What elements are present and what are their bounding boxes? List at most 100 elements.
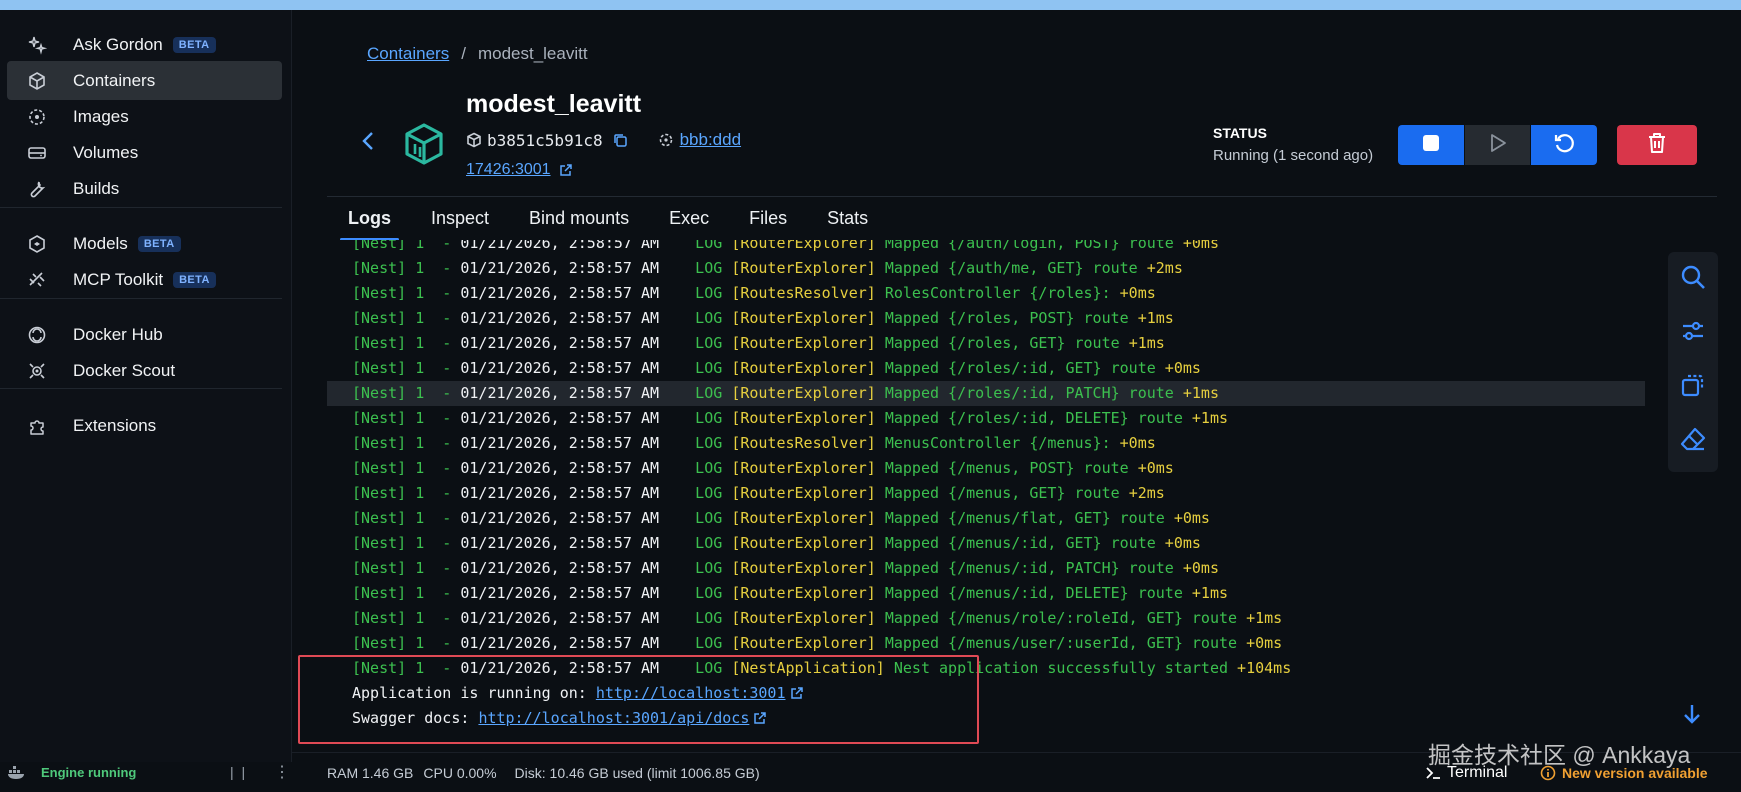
log-message: Mapped {/menus, GET} route — [875, 484, 1129, 502]
log-line: [Nest] 1 - 01/21/2026, 2:58:57 AM LOG [N… — [327, 656, 1645, 681]
beta-badge: BETA — [172, 36, 216, 53]
log-level: LOG — [659, 634, 732, 652]
filter-icon[interactable] — [1680, 318, 1706, 344]
external-link-icon[interactable] — [559, 163, 573, 177]
start-button[interactable] — [1465, 125, 1530, 165]
scroll-to-bottom-icon[interactable] — [1680, 702, 1704, 726]
log-message: Nest application successfully started — [884, 659, 1238, 677]
sidebar-item-label: Docker Scout — [73, 360, 176, 380]
sidebar-item-docker-scout[interactable]: Docker Scout — [7, 351, 282, 390]
sidebar-item-models[interactable]: Models BETA — [7, 224, 282, 263]
copy-id-icon[interactable] — [613, 133, 628, 148]
restart-icon — [1553, 132, 1575, 159]
sidebar-item-label: Volumes — [73, 142, 139, 162]
log-level: LOG — [659, 509, 732, 527]
log-duration: +0ms — [1246, 634, 1283, 652]
log-duration: +1ms — [1191, 409, 1229, 427]
log-prefix: [Nest] 1 - — [352, 559, 461, 577]
sidebar-item-ask-gordon[interactable]: Ask Gordon BETA — [7, 25, 282, 64]
log-duration: +1ms — [1137, 309, 1174, 327]
log-level: LOG — [659, 309, 732, 327]
log-prefix: [Nest] 1 - — [352, 634, 461, 652]
log-timestamp: 01/21/2026, 2:58:57 AM — [460, 484, 660, 502]
log-context: [RouterExplorer] — [731, 559, 876, 577]
model-icon — [26, 233, 48, 255]
log-timestamp: 01/21/2026, 2:58:57 AM — [460, 434, 660, 452]
log-level: LOG — [659, 534, 732, 552]
delete-button[interactable] — [1617, 125, 1697, 165]
tab-logs[interactable]: Logs — [340, 208, 399, 242]
volume-icon — [26, 142, 48, 164]
container-id: b3851c5b91c8 — [487, 130, 603, 150]
sidebar-item-mcp-toolkit[interactable]: MCP Toolkit BETA — [7, 260, 282, 299]
back-chevron-icon[interactable] — [361, 130, 381, 154]
sidebar-divider — [0, 388, 282, 389]
sidebar-item-extensions[interactable]: Extensions — [7, 406, 282, 445]
sidebar-item-docker-hub[interactable]: Docker Hub — [7, 315, 282, 354]
log-timestamp: 01/21/2026, 2:58:57 AM — [460, 584, 660, 602]
status-text: Running (1 second ago) — [1213, 147, 1374, 164]
status-block: STATUS Running (1 second ago) — [1213, 125, 1373, 164]
log-timestamp: 01/21/2026, 2:58:57 AM — [460, 409, 660, 427]
log-prefix: [Nest] 1 - — [352, 359, 461, 377]
eraser-icon[interactable] — [1680, 426, 1706, 452]
terminal-button[interactable]: Terminal — [1425, 764, 1507, 782]
log-message: Swagger docs: — [352, 709, 479, 727]
log-duration: +1ms — [1182, 384, 1219, 402]
log-line: [Nest] 1 - 01/21/2026, 2:58:57 AM LOG [R… — [327, 556, 1645, 581]
log-level: LOG — [659, 259, 732, 277]
breadcrumb: Containers / modest_leavitt — [367, 44, 588, 64]
engine-status-bar: Engine running | | ⋮ — [0, 752, 292, 792]
sidebar-item-containers[interactable]: Containers — [7, 61, 282, 100]
log-url-link[interactable]: http://localhost:3001/api/docs — [478, 709, 749, 727]
log-level: LOG — [659, 584, 732, 602]
log-level: LOG — [659, 609, 732, 627]
log-timestamp: 01/21/2026, 2:58:57 AM — [460, 509, 660, 527]
tab-files[interactable]: Files — [749, 208, 787, 242]
log-level: LOG — [659, 240, 732, 252]
update-available-link[interactable]: New version available — [1540, 765, 1708, 781]
status-footer: RAM 1.46 GB CPU 0.00% Disk: 10.46 GB use… — [292, 752, 1741, 792]
log-line: [Nest] 1 - 01/21/2026, 2:58:57 AM LOG [R… — [327, 606, 1645, 631]
log-context: [RoutesResolver] — [731, 284, 876, 302]
wrench-icon — [26, 178, 48, 200]
sidebar-item-label: Ask Gordon — [73, 34, 163, 54]
pause-engine-button[interactable]: | | — [230, 764, 247, 780]
log-level: LOG — [659, 334, 732, 352]
sidebar-item-images[interactable]: Images — [7, 97, 282, 136]
log-context: [RouterExplorer] — [731, 309, 876, 327]
tab-inspect[interactable]: Inspect — [431, 208, 489, 242]
log-message: Mapped {/menus/:id, PATCH} route — [875, 559, 1183, 577]
copy-icon[interactable] — [1680, 372, 1706, 398]
log-duration: +1ms — [1128, 334, 1165, 352]
sidebar-item-volumes[interactable]: Volumes — [7, 133, 282, 172]
port-link[interactable]: 17426:3001 — [466, 161, 551, 179]
log-viewer[interactable]: [Nest] 1 - 01/21/2026, 2:58:57 AM LOG [R… — [327, 240, 1645, 748]
log-timestamp: 01/21/2026, 2:58:57 AM — [460, 240, 660, 252]
log-timestamp: 01/21/2026, 2:58:57 AM — [460, 334, 660, 352]
external-link-icon[interactable] — [753, 708, 767, 724]
log-url-link[interactable]: http://localhost:3001 — [596, 684, 786, 702]
log-line: [Nest] 1 - 01/21/2026, 2:58:57 AM LOG [R… — [327, 281, 1645, 306]
sidebar-item-label: Builds — [73, 178, 120, 198]
container-image-link[interactable]: bbb:ddd — [680, 130, 741, 150]
more-options-icon[interactable]: ⋮ — [274, 762, 290, 782]
hub-icon — [26, 324, 48, 346]
stop-button[interactable] — [1398, 125, 1464, 165]
tab-exec[interactable]: Exec — [669, 208, 709, 242]
search-icon[interactable] — [1680, 264, 1706, 290]
external-link-icon[interactable] — [790, 683, 804, 699]
sidebar-item-builds[interactable]: Builds — [7, 169, 282, 208]
log-message: Mapped {/menus/user/:userId, GET} route — [875, 634, 1247, 652]
tab-stats[interactable]: Stats — [827, 208, 868, 242]
restart-button[interactable] — [1531, 125, 1597, 165]
log-line: [Nest] 1 - 01/21/2026, 2:58:57 AM LOG [R… — [327, 481, 1645, 506]
header-divider — [327, 196, 1717, 197]
breadcrumb-containers-link[interactable]: Containers — [367, 44, 449, 64]
log-prefix: [Nest] 1 - — [352, 259, 461, 277]
log-timestamp: 01/21/2026, 2:58:57 AM — [460, 359, 660, 377]
tab-bind-mounts[interactable]: Bind mounts — [529, 208, 629, 242]
log-message: Mapped {/auth/login, POST} route — [875, 240, 1183, 252]
log-message: Mapped {/menus/:id, DELETE} route — [875, 584, 1192, 602]
container-name: modest_leavitt — [466, 90, 642, 118]
